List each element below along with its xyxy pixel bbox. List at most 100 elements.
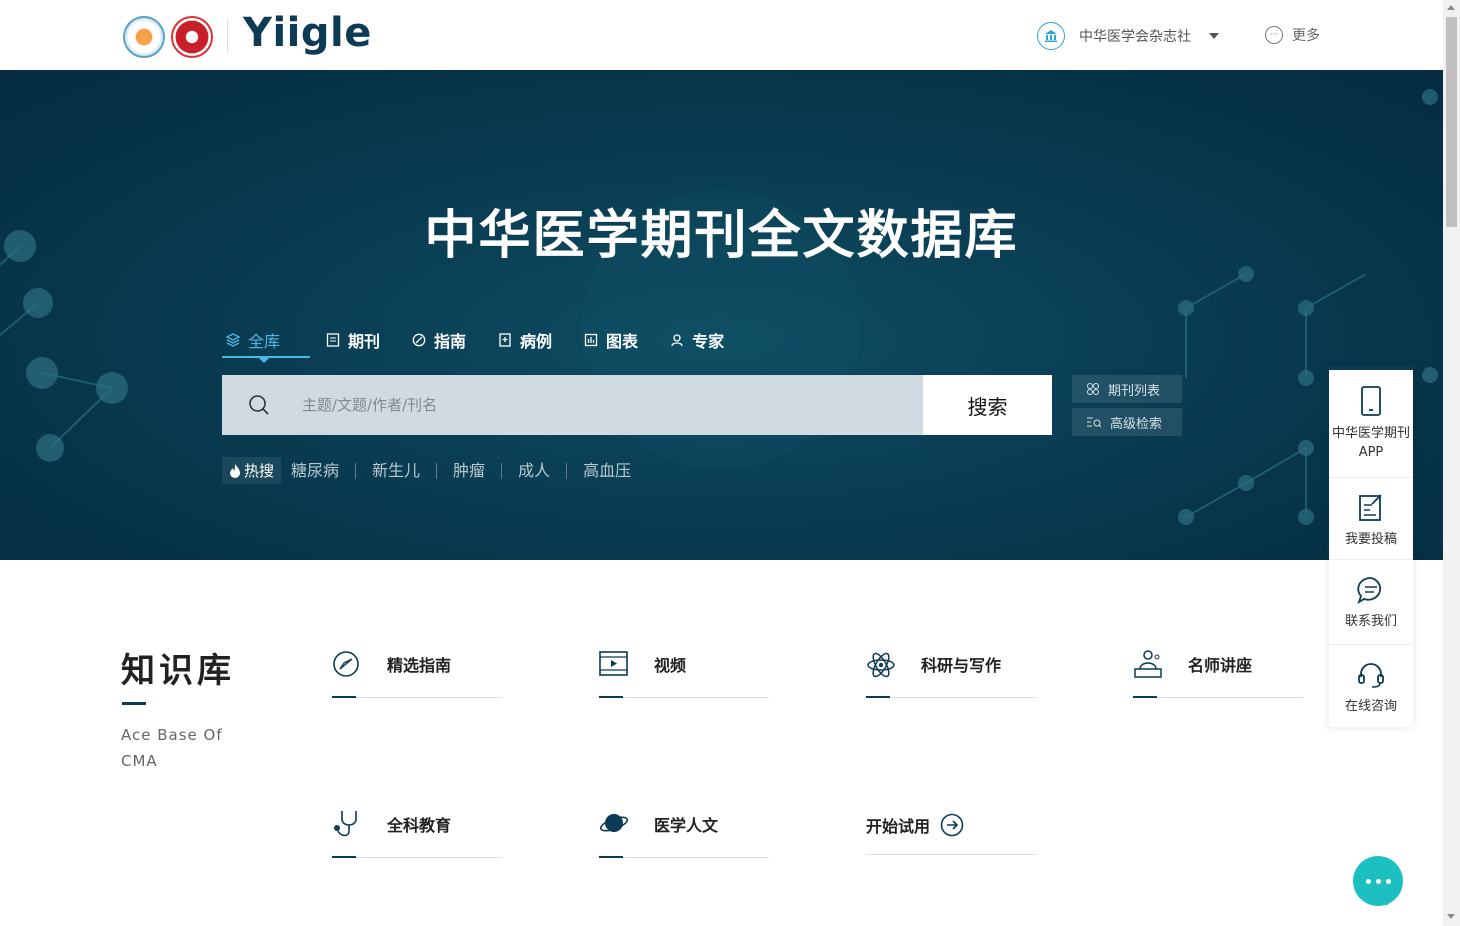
search-icon [249,395,269,415]
category-underline [599,856,623,858]
command-icon [1087,383,1099,395]
phone-icon [1361,386,1381,416]
arrow-right-circle-icon [940,813,964,837]
chat-dot [1385,878,1391,884]
active-tab-pointer [259,358,269,363]
publisher-seal-logo[interactable] [171,16,213,58]
video-icon [599,651,628,676]
category-underline [866,696,890,698]
scroll-down-icon[interactable] [1447,914,1455,919]
tab-all[interactable]: 全库 [222,324,310,358]
knowledge-base-title: 知识库 [121,651,235,691]
start-trial-label: 开始试用 [866,817,931,836]
journal-list-label: 期刊列表 [1108,383,1161,399]
journal-list-link[interactable]: 期刊列表 [1072,375,1182,403]
bar-chart-icon [584,333,598,347]
hero-banner: 中华医学期刊全文数据库 全库 期刊 指南 病例 图表 专家 搜索 [0,70,1443,560]
tab-label: 病例 [520,332,553,351]
category-video[interactable]: 视频 [599,651,769,698]
scroll-up-icon[interactable] [1447,5,1455,10]
category-label: 精选指南 [387,656,452,675]
floating-service-panel: 中华医学期刊APP 我要投稿 联系我们 在线咨询 [1329,366,1413,727]
compass-icon [412,333,426,347]
logo-divider [227,20,228,52]
chat-dot [1365,878,1371,884]
case-record-icon [499,333,511,347]
lecturer-icon [1134,650,1162,678]
advanced-search-icon [1087,417,1102,428]
more-label: 更多 [1292,28,1320,44]
layers-icon [226,333,240,347]
tab-guideline[interactable]: 指南 [406,324,482,356]
hot-keyword[interactable]: 糖尿病 [281,462,357,479]
app-download-button[interactable]: 中华医学期刊APP [1329,370,1413,478]
message-icon [1357,577,1382,604]
hot-search: 热搜 糖尿病 新生儿 肿瘤 成人 高血压 [222,457,647,484]
hot-search-tag: 热搜 [222,457,282,484]
category-lectures[interactable]: 名师讲座 [1133,650,1303,698]
search-button[interactable]: 搜索 [923,375,1052,435]
category-underline [1133,696,1157,698]
subtitle-line: CMA [121,752,158,770]
advanced-search-label: 高级检索 [1110,416,1163,432]
category-label: 视频 [654,656,687,675]
category-label: 科研与写作 [921,656,1002,675]
category-label: 全科教育 [387,816,452,835]
knowledge-base-subtitle: Ace Base Of CMA [121,722,241,774]
category-humanities[interactable]: 医学人文 [599,811,769,858]
tab-case[interactable]: 病例 [492,324,568,356]
institution-label: 中华医学会杂志社 [1079,29,1191,45]
cma-seal-logo[interactable] [123,16,165,58]
tab-expert[interactable]: 专家 [664,324,740,356]
planet-icon [599,814,629,832]
tab-figure[interactable]: 图表 [578,324,654,356]
more-menu[interactable]: ··· 更多 [1265,25,1320,45]
tab-label: 期刊 [348,332,381,351]
hot-keyword[interactable]: 新生儿 [356,462,438,479]
yiigle-logo[interactable]: Yiigle [243,10,372,56]
hot-keyword[interactable]: 肿瘤 [437,462,503,479]
title-underline [122,702,146,705]
category-general-education[interactable]: 全科教育 [332,811,502,858]
hot-keyword[interactable]: 成人 [502,462,568,479]
category-research-writing[interactable]: 科研与写作 [866,651,1036,698]
start-trial-link[interactable]: 开始试用 [866,813,1036,855]
database-title: 中华医学期刊全文数据库 [424,206,1019,266]
consult-label: 在线咨询 [1344,699,1397,714]
submit-manuscript-button[interactable]: 我要投稿 [1329,478,1413,560]
tab-journal[interactable]: 期刊 [320,324,396,356]
subtitle-line: Ace Base Of [121,726,223,744]
tab-label: 图表 [606,332,639,351]
search-scope-tabs: 全库 期刊 指南 病例 图表 专家 [222,324,750,358]
headset-icon [1358,663,1384,688]
flame-icon [230,463,240,478]
tab-label: 指南 [434,332,467,351]
tab-label: 全库 [248,332,281,351]
category-guidelines[interactable]: 精选指南 [332,651,502,698]
search-input[interactable] [300,395,864,415]
top-header: Yiigle 中华医学会杂志社 ··· 更多 [0,0,1443,70]
submit-label: 我要投稿 [1344,532,1397,547]
category-label: 医学人文 [654,816,719,835]
hot-search-label: 热搜 [244,462,275,480]
category-label: 名师讲座 [1188,656,1253,675]
advanced-search-link[interactable]: 高级检索 [1072,408,1182,436]
hot-keyword[interactable]: 高血压 [567,462,647,479]
institution-dropdown[interactable]: 中华医学会杂志社 [1037,22,1219,50]
category-underline [332,696,356,698]
category-underline [599,696,623,698]
contact-us-button[interactable]: 联系我们 [1329,560,1413,645]
journal-icon [326,333,340,347]
bank-icon [1037,22,1065,50]
user-icon [671,334,683,347]
chevron-down-icon [1209,33,1219,39]
tab-label: 专家 [692,332,725,351]
compass-icon [333,651,359,677]
ellipsis-icon: ··· [1265,26,1283,44]
scrollbar-thumb[interactable] [1446,17,1457,227]
atom-icon [867,652,895,678]
online-consult-button[interactable]: 在线咨询 [1329,645,1413,727]
contact-label: 联系我们 [1344,614,1397,629]
molecule-background [0,89,1438,525]
category-underline [332,856,356,858]
